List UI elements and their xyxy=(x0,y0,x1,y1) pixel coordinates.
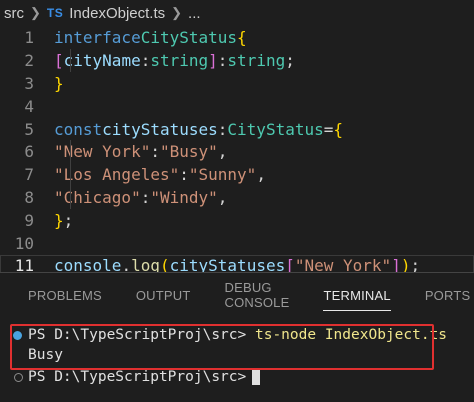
terminal-line: PS D:\TypeScriptProj\src> ts-node IndexO… xyxy=(0,325,474,345)
code-text: "Chicago": "Windy", xyxy=(54,186,474,210)
chevron-right-icon: ❯ xyxy=(30,5,41,20)
code-text: "Los Angeles": "Sunny", xyxy=(54,163,474,187)
punctuation: ; xyxy=(63,211,74,231)
brace: { xyxy=(333,119,344,139)
breadcrumb: src ❯ TS IndexObject.ts ❯ ... xyxy=(0,0,474,26)
tab-ports[interactable]: PORTS xyxy=(425,273,471,317)
punctuation: , xyxy=(217,188,228,208)
brace: { xyxy=(237,27,247,47)
bottom-panel: PROBLEMS OUTPUT DEBUG CONSOLE TERMINAL P… xyxy=(0,272,474,402)
punctuation: : xyxy=(150,142,160,162)
line-number: 7 xyxy=(24,165,34,185)
code-line[interactable]: 8 "Chicago": "Windy", xyxy=(0,186,474,210)
type-name: CityStatus xyxy=(140,27,238,47)
line-number: 1 xyxy=(24,27,34,47)
punctuation: : xyxy=(217,50,228,70)
line-number: 3 xyxy=(24,73,34,93)
terminal-status-dot-icon[interactable] xyxy=(13,330,22,340)
type-name: string xyxy=(227,50,286,70)
punctuation: : xyxy=(217,119,228,139)
code-line[interactable]: 10 xyxy=(0,232,474,255)
brace: } xyxy=(54,73,64,93)
code-text: const cityStatuses: CityStatus = { xyxy=(54,118,474,141)
terminal-command: ts-node IndexObject.ts xyxy=(254,327,448,343)
panel-tabs: PROBLEMS OUTPUT DEBUG CONSOLE TERMINAL P… xyxy=(0,273,474,317)
line-number: 5 xyxy=(24,119,34,139)
bracket: [ xyxy=(54,50,64,70)
punctuation: : xyxy=(140,188,151,208)
type-name: CityStatus xyxy=(227,119,324,139)
code-editor[interactable]: 1 interface CityStatus { 2 [cityName: st… xyxy=(0,26,474,275)
code-line[interactable]: 4 xyxy=(0,95,474,118)
code-text: "New York": "Busy", xyxy=(54,140,474,164)
code-line[interactable]: 2 [cityName: string]: string; xyxy=(0,48,474,72)
line-number: 10 xyxy=(14,233,34,253)
indent-guide xyxy=(70,186,71,210)
tab-terminal[interactable]: TERMINAL xyxy=(323,273,392,317)
line-number: 8 xyxy=(24,188,34,208)
code-line[interactable]: 7 "Los Angeles": "Sunny", xyxy=(0,163,474,187)
terminal-line: Busy xyxy=(0,345,474,365)
indent-guide xyxy=(70,163,71,187)
identifier: cityName xyxy=(63,50,141,70)
line-number: 2 xyxy=(24,50,34,70)
punctuation: , xyxy=(256,165,266,185)
code-line[interactable]: 3 } xyxy=(0,72,474,95)
string-value: "Windy" xyxy=(150,188,218,208)
terminal[interactable]: PS D:\TypeScriptProj\src> ts-node IndexO… xyxy=(0,317,474,387)
code-text: interface CityStatus { xyxy=(54,26,474,49)
code-text: }; xyxy=(54,209,474,232)
code-line[interactable]: 1 interface CityStatus { xyxy=(0,26,474,49)
typescript-file-icon: TS xyxy=(46,6,64,20)
terminal-line: PS D:\TypeScriptProj\src> xyxy=(0,367,474,387)
string-key: "New York" xyxy=(54,142,151,162)
code-text: } xyxy=(54,72,474,95)
code-text: [cityName: string]: string; xyxy=(54,48,474,72)
line-number: 9 xyxy=(24,211,34,231)
tab-problems[interactable]: PROBLEMS xyxy=(28,273,102,317)
terminal-prompt: PS D:\TypeScriptProj\src> xyxy=(28,327,247,343)
string-value: "Busy" xyxy=(159,142,218,162)
identifier: cityStatuses xyxy=(102,119,218,139)
code-line[interactable]: 6 "New York": "Busy", xyxy=(0,140,474,164)
line-number: 4 xyxy=(24,96,34,116)
line-number: 6 xyxy=(24,142,34,162)
terminal-prompt: PS D:\TypeScriptProj\src> xyxy=(28,369,247,385)
chevron-right-icon: ❯ xyxy=(171,5,183,20)
punctuation: , xyxy=(217,142,228,162)
breadcrumb-folder[interactable]: src xyxy=(4,5,24,22)
operator: = xyxy=(323,119,334,139)
punctuation: : xyxy=(179,165,189,185)
keyword: interface xyxy=(54,27,141,47)
code-line[interactable]: 5 const cityStatuses: CityStatus = { xyxy=(0,118,474,141)
tab-debug-console[interactable]: DEBUG CONSOLE xyxy=(225,273,290,317)
punctuation: ; xyxy=(285,50,295,70)
code-line[interactable]: 9 }; xyxy=(0,209,474,232)
type-name: string xyxy=(150,50,209,70)
brace: } xyxy=(54,211,64,231)
keyword: const xyxy=(54,119,103,139)
indent-guide xyxy=(70,140,71,164)
breadcrumb-ellipsis[interactable]: ... xyxy=(188,5,201,22)
string-value: "Sunny" xyxy=(188,165,257,185)
terminal-output: Busy xyxy=(28,347,63,363)
breadcrumb-file[interactable]: IndexObject.ts xyxy=(69,5,165,22)
bracket: ] xyxy=(208,50,218,70)
tab-output[interactable]: OUTPUT xyxy=(136,273,191,317)
punctuation: : xyxy=(140,50,151,70)
string-key: "Chicago" xyxy=(54,188,141,208)
terminal-cursor xyxy=(252,369,261,385)
string-key: "Los Angeles" xyxy=(54,165,180,185)
terminal-status-dot-icon[interactable] xyxy=(14,372,23,382)
indent-guide xyxy=(70,48,71,72)
